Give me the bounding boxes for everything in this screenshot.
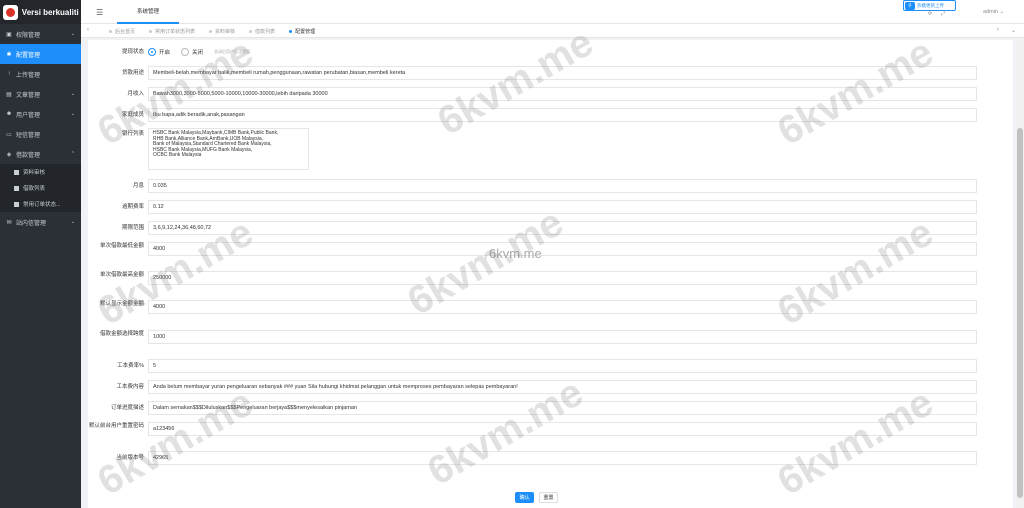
sidebar-subitem-order-status[interactable]: 常用订单状态... [0,196,81,212]
scrollbar-thumb[interactable] [1017,128,1023,498]
sidebar-item-loans[interactable]: ◈ 借款管理 ⌃ [0,144,81,164]
tab-strip: ‹ 后台首页 常用订单状态列表 资料审核 借款列表 配置管理 › ⌄ [81,24,1024,38]
sidebar: Versi berkualiti ▣ 权限管理 ⌄ ✱ 配置管理 ↑ 上传管理 … [0,0,81,508]
tab-loan-list[interactable]: 借款列表 [243,24,281,38]
radio-circle [148,48,156,56]
hot-update-upload-button[interactable]: ⚲ 热模更新上传 [903,0,956,11]
radio-withdraw-off[interactable]: 关闭 [181,48,203,56]
admin-menu[interactable]: admin ⌄ [983,9,1004,15]
sidebar-item-sms[interactable]: ▭ 短信管理 [0,124,81,144]
sidebar-item-users[interactable]: ☻ 用户管理 ⌄ [0,104,81,124]
sidebar-item-articles[interactable]: ▤ 文章管理 ⌄ [0,84,81,104]
refresh-icon[interactable]: ⟳ [928,11,932,17]
upload-icon: ↑ [7,71,11,77]
monthly-rate-input[interactable]: 0.035 [148,179,977,193]
tab-order-status[interactable]: 常用订单状态列表 [143,24,201,38]
tabs-prev-icon[interactable]: ‹ [87,27,89,33]
file-icon: ▤ [6,91,12,98]
dot-icon [289,29,293,33]
banks-textarea[interactable]: HSBC Bank Malaysia,Maybank,CIMB Bank,Pub… [148,128,309,170]
current-version-input[interactable]: 42965 [148,451,977,465]
fee-content-input[interactable]: Anda belum membayar yuran pengeluaran se… [148,380,977,394]
min-loan-input[interactable]: 4000 [148,242,977,256]
monthly-income-input[interactable]: Bawah3000,3000-5000,5000-10000,10000-300… [148,87,977,101]
user-icon: ☻ [5,111,13,117]
dot-icon [209,29,213,33]
tab-review[interactable]: 资料审核 [203,24,241,38]
mail-icon: ✉ [6,219,12,226]
fullscreen-icon[interactable]: ⤢ [941,11,945,17]
confirm-button[interactable]: 确认 [515,492,534,503]
sidebar-subitem-review[interactable]: 资料审核 [0,164,81,180]
tabs: 后台首页 常用订单状态列表 资料审核 借款列表 配置管理 [103,24,323,38]
sidebar-item-permissions[interactable]: ▣ 权限管理 ⌄ [0,24,81,44]
tabs-next-icon[interactable]: › [997,27,999,33]
reset-button[interactable]: 重置 [539,492,558,503]
money-icon: ◈ [6,151,12,158]
sidebar-item-messages[interactable]: ✉ 站内信管理 ⌄ [0,212,81,232]
sidebar-item-upload[interactable]: ↑ 上传管理 [0,64,81,84]
dot-icon [109,29,112,33]
family-input[interactable]: Ibu bapa,adik beradik,anak,pasangan [148,108,977,122]
brand: Versi berkualiti [0,0,81,24]
loan-purpose-input[interactable]: Membeli-belah,membayar balik,membeli rum… [148,66,977,80]
lock-icon: ▣ [6,31,12,38]
sidebar-subitem-loan-list[interactable]: 借款列表 [0,180,81,196]
sms-icon: ▭ [6,131,12,138]
order-progress-input[interactable]: Dalam semakan$$$Diluluskan$$$Pengeluaran… [148,401,977,415]
max-loan-input[interactable]: 250000 [148,271,977,285]
sidebar-item-config[interactable]: ✱ 配置管理 [0,44,81,64]
top-tab-system[interactable]: 系统管理 [117,0,179,24]
default-password-input[interactable]: a123456 [148,422,977,436]
period-range-input[interactable]: 3,6,9,12,24,36,48,60,72 [148,221,977,235]
tab-home[interactable]: 后台首页 [103,24,141,38]
radio-circle [181,48,189,56]
list-icon [14,185,19,191]
radio-withdraw-on[interactable]: 开启 [148,48,170,56]
list-icon [14,201,19,207]
overdue-rate-input[interactable]: 0.12 [148,200,977,214]
config-panel: 提现状态 开启 关闭 关闭后用户无法提现 贷款用途 Membeli-belah,… [88,40,1013,508]
fee-rate-input[interactable]: 5 [148,359,977,373]
scrollbar[interactable] [1016,40,1024,508]
topbar: ☰ 系统管理 ⚲ 热模更新上传 ⟳ ⤢ admin ⌄ [81,0,1024,24]
bicycle-icon: ⚲ [905,2,915,10]
list-icon [14,169,19,175]
dot-icon [149,29,153,33]
dot-icon [249,29,253,33]
brand-title: Versi berkualiti [21,7,79,17]
tab-config[interactable]: 配置管理 [283,24,321,38]
gear-icon: ✱ [6,51,12,58]
hamburger-icon[interactable]: ☰ [96,8,103,17]
tabs-menu-icon[interactable]: ⌄ [1011,27,1016,34]
default-amount-input[interactable]: 4000 [148,300,977,314]
brand-logo [3,4,18,20]
loan-step-input[interactable]: 1000 [148,330,977,344]
